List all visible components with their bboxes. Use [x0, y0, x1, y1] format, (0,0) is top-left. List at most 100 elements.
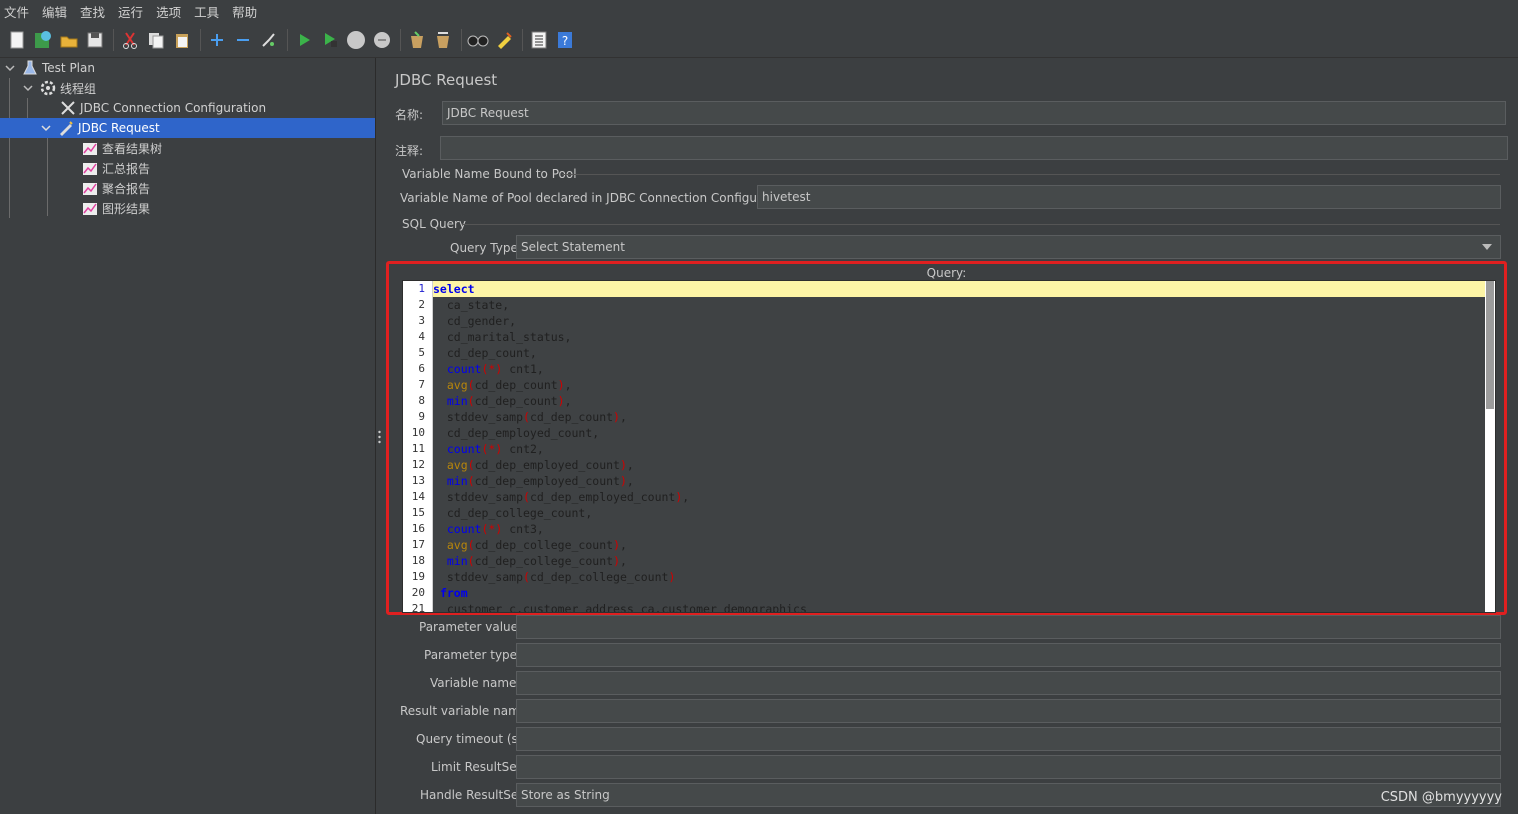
code-line[interactable]: from: [433, 585, 468, 601]
tree-item-label: 查看结果树: [102, 141, 163, 156]
code-line[interactable]: avg(cd_dep_employed_count),: [433, 457, 634, 473]
tree-item-test-plan[interactable]: Test Plan: [4, 58, 95, 78]
listener-icon: [82, 180, 98, 196]
tree-item-aggregate-report[interactable]: 聚合报告: [82, 178, 150, 198]
code-line[interactable]: min(cd_dep_college_count),: [433, 553, 627, 569]
code-line[interactable]: cd_dep_employed_count,: [433, 425, 599, 441]
search-icon[interactable]: [467, 29, 489, 51]
help-icon[interactable]: ?: [554, 29, 576, 51]
watermark: CSDN @bmyyyyyy: [1380, 790, 1502, 805]
svg-text:?: ?: [562, 34, 568, 48]
menu-tools[interactable]: 工具: [194, 2, 219, 21]
parameter-types-label: Parameter types:: [424, 648, 528, 662]
line-number: 13: [411, 474, 425, 487]
tree-item-label: JDBC Request: [78, 121, 160, 135]
shutdown-icon[interactable]: [371, 29, 393, 51]
chevron-down-icon[interactable]: [4, 62, 16, 74]
code-line[interactable]: stddev_samp(cd_dep_college_count): [433, 569, 676, 585]
name-field[interactable]: JDBC Request: [442, 101, 1506, 125]
code-line[interactable]: cd_dep_college_count,: [433, 505, 592, 521]
code-line[interactable]: avg(cd_dep_college_count),: [433, 537, 627, 553]
new-icon[interactable]: [6, 29, 28, 51]
tree-item-jdbc-request[interactable]: JDBC Request: [0, 118, 375, 138]
query-timeout-field[interactable]: [516, 727, 1501, 751]
open-icon[interactable]: [58, 29, 80, 51]
tree-item-graph-results[interactable]: 图形结果: [82, 198, 150, 218]
line-number: 9: [418, 410, 425, 423]
comment-field[interactable]: [440, 136, 1508, 160]
menu-search[interactable]: 查找: [80, 2, 105, 21]
code-line[interactable]: stddev_samp(cd_dep_count),: [433, 409, 627, 425]
parameter-types-field[interactable]: [516, 643, 1501, 667]
handle-resultset-select[interactable]: Store as String: [516, 783, 1501, 807]
test-plan-tree: Test Plan 线程组 JDBC Connection Configurat…: [0, 58, 376, 814]
pool-name-label: Variable Name of Pool declared in JDBC C…: [400, 191, 797, 205]
function-helper-icon[interactable]: [528, 29, 550, 51]
code-line[interactable]: avg(cd_dep_count),: [433, 377, 572, 393]
copy-icon[interactable]: [145, 29, 167, 51]
query-editor[interactable]: 1 2 3 4 5 6 7 8 9 10 11 12 13 14 15 16 17 18 19 20 21 select…: [402, 280, 1496, 613]
line-number: 4: [418, 330, 425, 343]
code-line[interactable]: count(*) cnt2,: [433, 441, 544, 457]
code-line[interactable]: ca_state,: [433, 297, 509, 313]
cut-icon[interactable]: [119, 29, 141, 51]
name-label: 名称:: [395, 108, 424, 122]
variable-names-label: Variable names:: [430, 676, 527, 690]
chevron-down-icon: [1482, 244, 1492, 250]
handle-resultset-label: Handle ResultSet:: [420, 788, 527, 802]
code-line[interactable]: count(*) cnt1,: [433, 361, 544, 377]
split-pane-divider[interactable]: [376, 58, 384, 814]
code-line[interactable]: cd_gender,: [433, 313, 516, 329]
menu-run[interactable]: 运行: [118, 2, 143, 21]
query-type-select[interactable]: Select Statement: [516, 235, 1501, 259]
variable-names-field[interactable]: [516, 671, 1501, 695]
start-icon[interactable]: [293, 29, 315, 51]
menu-bar: 文件 编辑 查找 运行 选项 工具 帮助: [0, 0, 1518, 22]
code-line[interactable]: stddev_samp(cd_dep_employed_count),: [433, 489, 689, 505]
vertical-scrollbar[interactable]: [1485, 281, 1495, 612]
menu-edit[interactable]: 编辑: [42, 2, 67, 21]
parameter-values-field[interactable]: [516, 615, 1501, 639]
chevron-down-icon[interactable]: [22, 82, 34, 94]
sql-section-title: SQL Query: [402, 217, 467, 231]
line-number: 21: [411, 602, 425, 613]
clear-icon[interactable]: [406, 29, 428, 51]
pool-name-field[interactable]: hivetest: [757, 185, 1501, 209]
collapse-icon[interactable]: [232, 29, 254, 51]
expand-icon[interactable]: [206, 29, 228, 51]
code-line[interactable]: cd_marital_status,: [433, 329, 572, 345]
chevron-down-icon[interactable]: [40, 122, 52, 134]
tree-item-thread-group[interactable]: 线程组: [22, 78, 96, 98]
save-icon[interactable]: [84, 29, 106, 51]
code-line[interactable]: customer c,customer_address ca,customer_…: [433, 601, 807, 612]
limit-resultset-field[interactable]: [516, 755, 1501, 779]
code-line[interactable]: select: [433, 281, 475, 297]
result-variable-field[interactable]: [516, 699, 1501, 723]
stop-icon[interactable]: [345, 29, 367, 51]
tree-item-jdbc-connection-configuration[interactable]: JDBC Connection Configuration: [60, 98, 266, 118]
limit-resultset-label: Limit ResultSet:: [431, 760, 526, 774]
scrollbar-thumb[interactable]: [1486, 281, 1494, 409]
code-line[interactable]: count(*) cnt3,: [433, 521, 544, 537]
line-number-gutter: 1 2 3 4 5 6 7 8 9 10 11 12 13 14 15 16 17 18 19 20 21: [403, 281, 433, 612]
toggle-icon[interactable]: [258, 29, 280, 51]
tree-item-view-results-tree[interactable]: 查看结果树: [82, 138, 162, 158]
code-line[interactable]: min(cd_dep_count),: [433, 393, 572, 409]
paste-icon[interactable]: [171, 29, 193, 51]
tree-item-summary-report[interactable]: 汇总报告: [82, 158, 150, 178]
jdbc-request-panel: JDBC Request 名称: JDBC Request 注释: Variab…: [384, 58, 1518, 814]
templates-icon[interactable]: [32, 29, 54, 51]
menu-options[interactable]: 选项: [156, 2, 181, 21]
start-no-pause-icon[interactable]: [319, 29, 341, 51]
line-number: 15: [411, 506, 425, 519]
line-number: 5: [418, 346, 425, 359]
clear-all-icon[interactable]: [432, 29, 454, 51]
code-line[interactable]: cd_dep_count,: [433, 345, 537, 361]
line-number: 17: [411, 538, 425, 551]
reset-search-icon[interactable]: [493, 29, 515, 51]
code-line[interactable]: min(cd_dep_employed_count),: [433, 473, 634, 489]
menu-help[interactable]: 帮助: [232, 2, 257, 21]
menu-file[interactable]: 文件: [4, 2, 29, 21]
test-plan-icon: [22, 60, 38, 76]
code-area[interactable]: select ca_state, cd_gender, cd_marital_s…: [433, 281, 1485, 612]
